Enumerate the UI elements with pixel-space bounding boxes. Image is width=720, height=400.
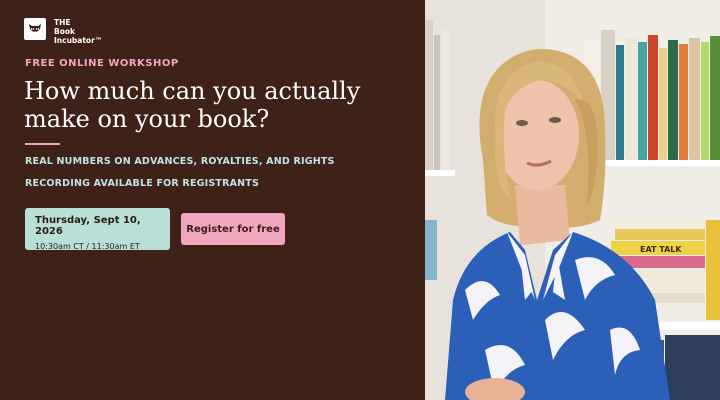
event-date-box: Thursday, Sept 10, 2026 10:30am CT / 11:… (25, 208, 170, 251)
book-spine-text: EAT TALK (640, 245, 682, 254)
brand-line-1: THE (54, 18, 71, 27)
brand-line-2: Book (54, 27, 76, 36)
presenter-photo: EAT TALK (425, 0, 720, 400)
workshop-headline: How much can you actually make on your b… (24, 77, 361, 133)
event-time: 10:30am CT / 11:30am ET (35, 242, 140, 251)
brand-line-3: Incubator™ (54, 36, 103, 45)
workshop-subline-numbers: REAL NUMBERS ON ADVANCES, ROYALTIES, AND… (25, 156, 335, 167)
raccoon-icon (24, 18, 46, 40)
workshop-subline-recording: RECORDING AVAILABLE FOR REGISTRANTS (25, 178, 260, 189)
headline-divider (25, 143, 60, 145)
presenter-photo-panel: EAT TALK (425, 0, 720, 400)
event-date: Thursday, Sept 10, 2026 (35, 215, 141, 237)
workshop-panel: THE Book Incubator™ FREE ONLINE WORKSHOP… (0, 0, 425, 400)
brand-logo[interactable]: THE Book Incubator™ (24, 18, 102, 45)
brand-wordmark: THE Book Incubator™ (54, 18, 102, 45)
workshop-eyebrow: FREE ONLINE WORKSHOP (25, 58, 179, 69)
register-button[interactable]: Register for free (181, 213, 285, 245)
